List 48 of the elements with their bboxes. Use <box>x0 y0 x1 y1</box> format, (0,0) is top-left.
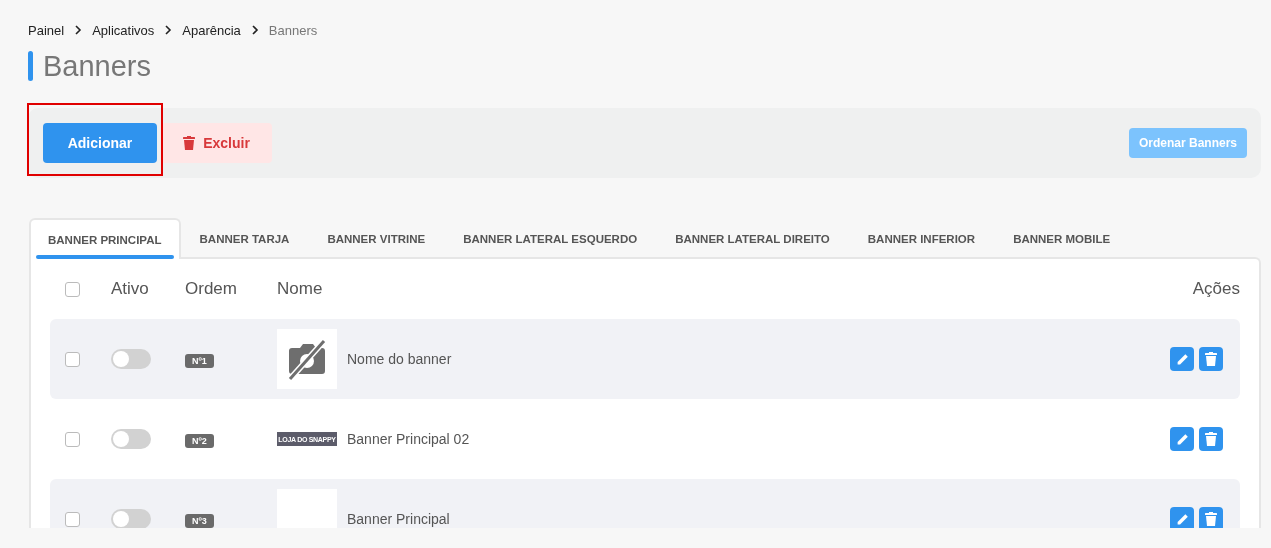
pencil-icon <box>1175 432 1189 446</box>
pencil-icon <box>1175 352 1189 366</box>
breadcrumb-current: Banners <box>268 22 318 38</box>
column-header: Ativo <box>111 279 149 298</box>
trash-icon <box>1205 432 1217 446</box>
delete-row-button[interactable] <box>1199 347 1223 371</box>
select-all-checkbox[interactable] <box>65 281 80 297</box>
tab[interactable]: BANNER INFERIOR <box>848 218 995 257</box>
banner-name: Banner Principal <box>347 511 450 527</box>
active-toggle[interactable] <box>111 429 151 449</box>
tab[interactable]: BANNER MOBILE <box>994 218 1130 257</box>
delete-row-button[interactable] <box>1199 507 1223 528</box>
trash-icon <box>183 136 196 150</box>
column-header: Nome <box>277 279 323 299</box>
delete-button[interactable]: Excluir <box>161 123 272 163</box>
row-checkbox[interactable] <box>65 351 80 367</box>
active-toggle[interactable] <box>111 509 151 528</box>
page-title: Banners <box>43 49 151 83</box>
banner-name: Nome do banner <box>347 351 452 367</box>
title-accent-bar <box>28 51 33 81</box>
edit-button[interactable] <box>1170 507 1194 528</box>
tab[interactable]: BANNER PRINCIPAL <box>29 218 181 259</box>
tab[interactable]: BANNER TARJA <box>180 218 309 257</box>
order-badge: Nº3 <box>185 514 214 528</box>
trash-icon <box>1205 512 1217 526</box>
banner-name: Banner Principal 02 <box>347 431 470 447</box>
breadcrumb-link[interactable]: Painel <box>28 22 65 38</box>
trash-icon <box>1205 352 1217 366</box>
delete-row-button[interactable] <box>1199 427 1223 451</box>
no-image-thumbnail <box>277 329 337 389</box>
breadcrumb-link[interactable]: Aparência <box>182 22 241 38</box>
tab[interactable]: BANNER LATERAL DIREITO <box>656 218 849 257</box>
tab[interactable]: BANNER LATERAL ESQUERDO <box>444 218 657 257</box>
column-header: Ações <box>1192 279 1240 299</box>
breadcrumb-link[interactable]: Aplicativos <box>92 22 155 38</box>
chevron-right-icon <box>164 25 173 35</box>
edit-button[interactable] <box>1170 347 1194 371</box>
chevron-right-icon <box>74 25 83 35</box>
row-checkbox[interactable] <box>65 431 80 447</box>
tab[interactable]: BANNER VITRINE <box>308 218 445 257</box>
active-toggle[interactable] <box>111 349 151 369</box>
order-badge: Nº1 <box>185 354 214 368</box>
row-checkbox[interactable] <box>65 511 80 527</box>
order-badge: Nº2 <box>185 434 214 448</box>
pencil-icon <box>1175 512 1189 526</box>
edit-button[interactable] <box>1170 427 1194 451</box>
chevron-right-icon <box>250 25 259 35</box>
column-header: Ordem <box>185 279 237 298</box>
